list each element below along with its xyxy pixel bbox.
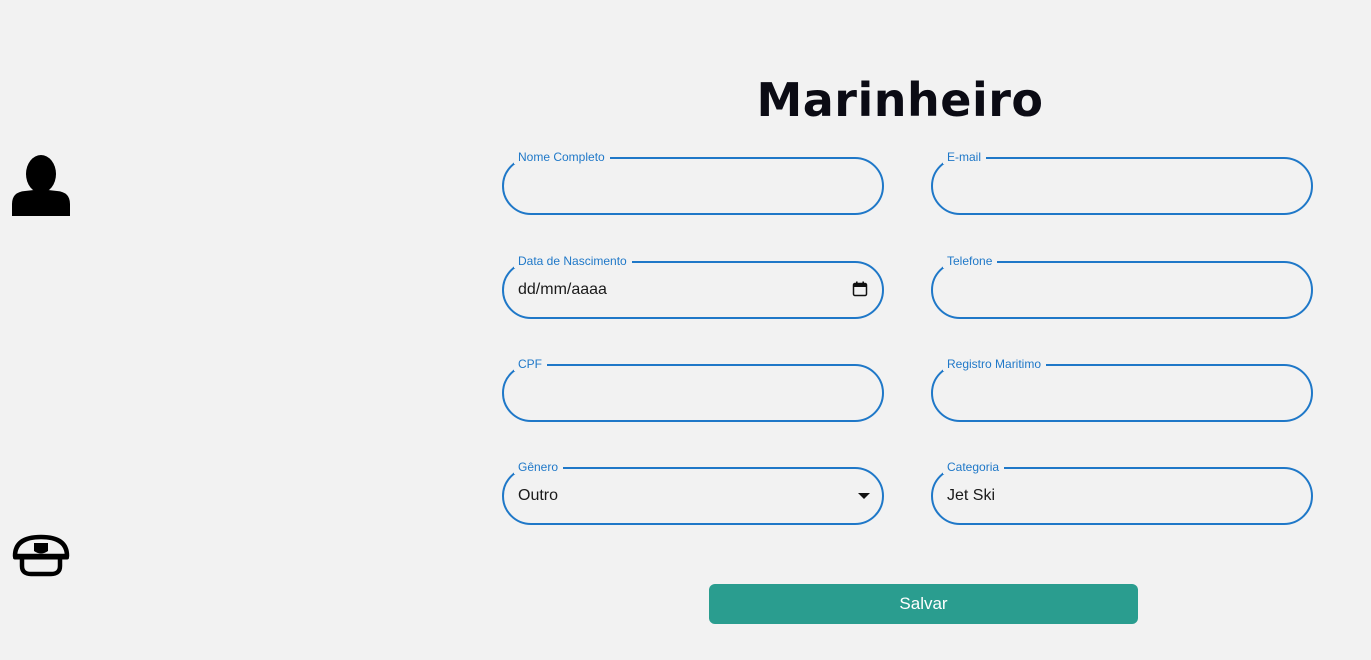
data-nascimento-field[interactable]: Data de Nascimento dd/mm/aaaa [502,254,884,319]
registro-maritimo-field[interactable]: Registro Maritimo [931,357,1313,422]
registro-maritimo-input[interactable] [947,374,1297,412]
genero-select[interactable]: Gênero Outro [502,460,884,525]
email-input[interactable] [947,167,1297,205]
email-field[interactable]: E-mail [931,150,1313,215]
nome-completo-label: Nome Completo [514,150,610,164]
cpf-field[interactable]: CPF [502,357,884,422]
data-nascimento-placeholder[interactable]: dd/mm/aaaa [518,263,607,317]
page-title: Marinheiro [756,73,1044,127]
telefone-field[interactable]: Telefone [931,254,1313,319]
categoria-field[interactable]: Categoria Jet Ski [931,460,1313,525]
cpf-label: CPF [514,357,547,371]
sidebar-item-sailor[interactable] [10,528,72,582]
save-button[interactable]: Salvar [709,584,1138,624]
genero-value[interactable]: Outro [518,469,558,523]
calendar-icon[interactable] [852,281,868,297]
telefone-label: Telefone [943,254,998,268]
nome-completo-field[interactable]: Nome Completo [502,150,884,215]
chevron-down-icon[interactable] [858,493,870,499]
cpf-input[interactable] [518,374,868,412]
email-label: E-mail [943,150,987,164]
user-icon [12,155,70,216]
telefone-input[interactable] [947,271,1297,309]
sidebar-item-profile[interactable] [10,153,72,217]
registro-maritimo-label: Registro Maritimo [943,357,1047,371]
nome-completo-input[interactable] [518,167,868,205]
sailor-cap-icon [12,534,70,577]
categoria-value[interactable]: Jet Ski [947,469,995,523]
